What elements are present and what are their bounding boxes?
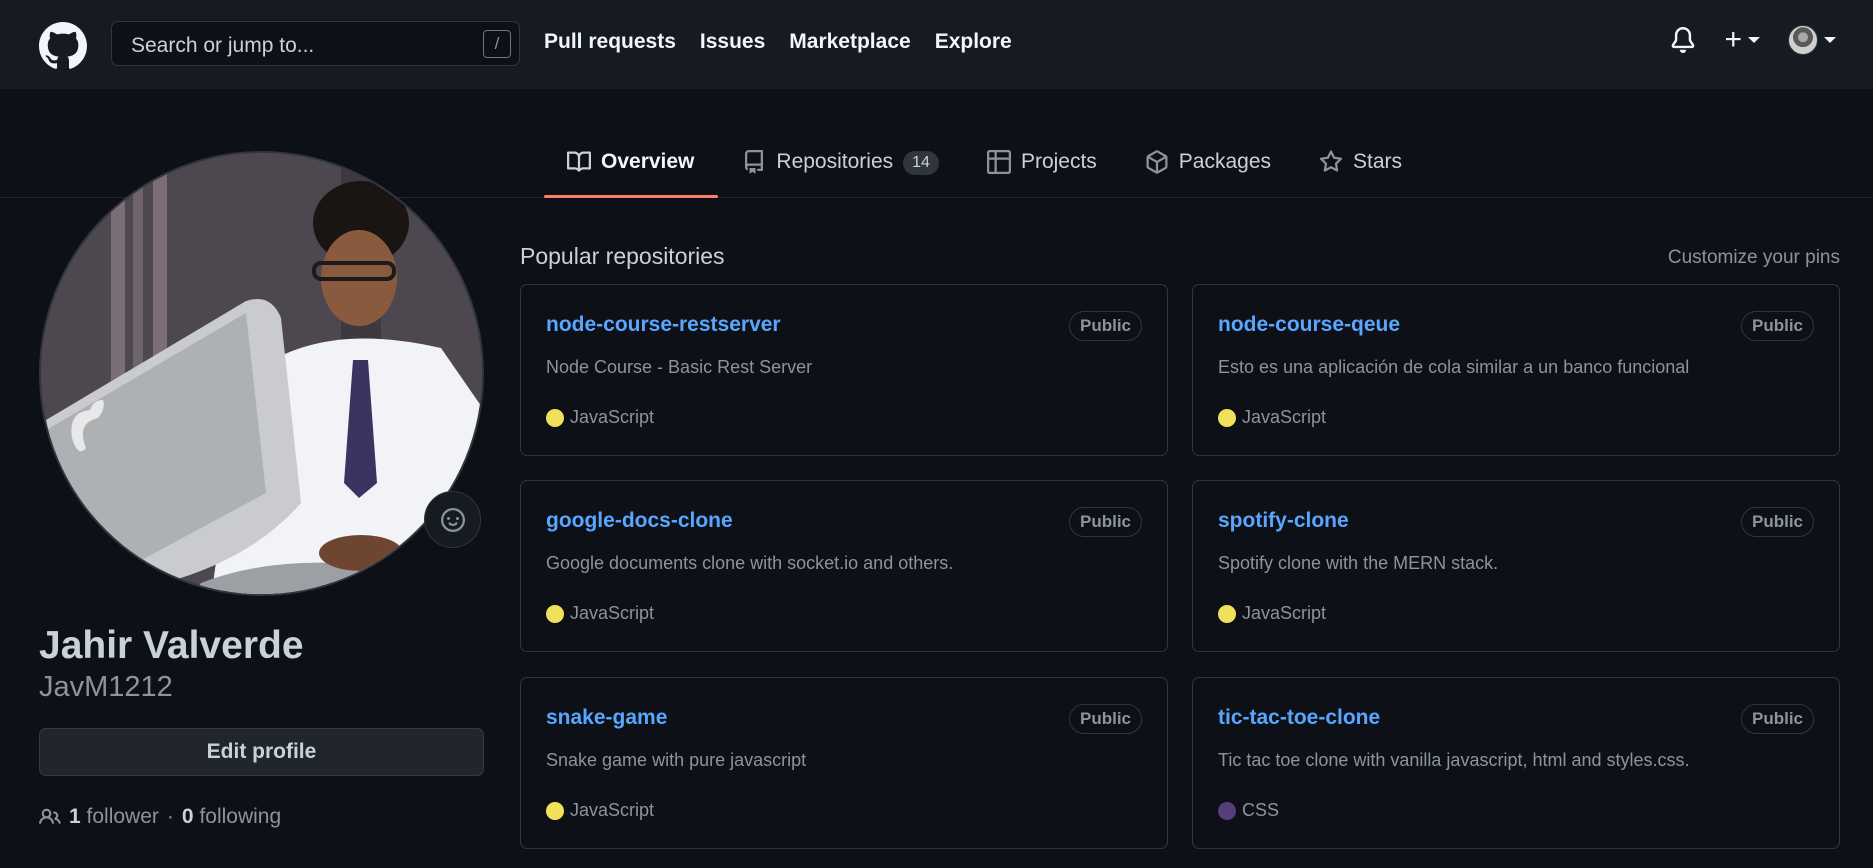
set-status-button[interactable] <box>424 491 481 548</box>
nav-explore[interactable]: Explore <box>935 30 1012 54</box>
language-color-dot <box>546 801 564 820</box>
following-link[interactable]: 0 following <box>182 805 281 829</box>
language-label: JavaScript <box>570 407 655 427</box>
create-new-button[interactable]: + <box>1724 25 1760 55</box>
repo-language: JavaScript <box>546 407 654 428</box>
repo-icon <box>745 150 764 174</box>
followers-count: 1 <box>69 805 81 828</box>
separator-dot: · <box>166 805 174 828</box>
header-actions: + <box>1670 25 1836 55</box>
language-color-dot <box>546 604 564 623</box>
user-menu-button[interactable] <box>1788 25 1836 55</box>
repo-language: CSS <box>1218 800 1279 821</box>
people-icon <box>39 808 61 824</box>
smiley-icon <box>440 507 465 532</box>
nav-issues[interactable]: Issues <box>700 30 765 54</box>
search-input[interactable]: Search or jump to... / <box>111 21 520 66</box>
repo-description: Node Course - Basic Rest Server <box>546 357 813 377</box>
followers-summary: 1 follower · 0 following <box>39 805 281 829</box>
visibility-badge: Public <box>1068 507 1142 537</box>
search-shortcut-key: / <box>483 30 511 58</box>
repo-link[interactable]: tic-tac-toe-clone <box>1218 706 1380 730</box>
repo-description: Tic tac toe clone with vanilla javascrip… <box>1218 750 1690 770</box>
language-label: JavaScript <box>1242 603 1327 623</box>
table-icon <box>986 150 1011 174</box>
chevron-down-icon <box>1748 37 1760 43</box>
following-count: 0 <box>181 805 194 828</box>
tab-label: Overview <box>601 150 695 173</box>
language-color-dot <box>546 408 564 427</box>
repo-link[interactable]: google-docs-clone <box>546 509 733 533</box>
repo-card: spotify-clone Public Spotify clone with … <box>1192 480 1840 652</box>
repositories-count-badge: 14 <box>903 151 939 175</box>
chevron-down-icon <box>1824 37 1836 43</box>
repo-card: node-course-restserver Public Node Cours… <box>520 284 1168 456</box>
language-color-dot <box>1218 408 1236 427</box>
tab-stars[interactable]: Stars <box>1295 140 1426 198</box>
repo-description: Spotify clone with the MERN stack. <box>1218 553 1499 573</box>
tab-label: Projects <box>1020 150 1097 173</box>
popular-repositories-heading: Popular repositories <box>520 243 725 269</box>
repo-link[interactable]: node-course-restserver <box>546 313 781 337</box>
repo-card: tic-tac-toe-clone Public Tic tac toe clo… <box>1192 677 1840 849</box>
profile-name: Jahir Valverde <box>39 624 304 667</box>
bell-icon[interactable] <box>1670 25 1696 55</box>
tab-label: Packages <box>1178 150 1272 173</box>
github-logo-icon[interactable] <box>39 22 87 70</box>
tab-repositories[interactable]: Repositories 14 <box>718 140 963 198</box>
language-label: JavaScript <box>570 603 655 623</box>
repo-language: JavaScript <box>1218 407 1326 428</box>
repo-link[interactable]: snake-game <box>546 706 667 730</box>
repo-card: google-docs-clone Public Google document… <box>520 480 1168 652</box>
package-icon <box>1146 150 1168 174</box>
tab-overview[interactable]: Overview <box>544 140 719 198</box>
profile-login: JavM1212 <box>39 671 173 703</box>
language-color-dot <box>1218 801 1236 820</box>
repo-link[interactable]: spotify-clone <box>1218 509 1349 533</box>
book-icon <box>567 151 591 172</box>
search-placeholder: Search or jump to... <box>131 34 315 57</box>
tab-label: Repositories <box>776 150 894 173</box>
repo-language: JavaScript <box>546 800 654 821</box>
followers-label: follower <box>86 805 159 828</box>
visibility-badge: Public <box>1740 311 1814 341</box>
global-nav: Pull requests Issues Marketplace Explore <box>544 30 1012 54</box>
repo-card: snake-game Public Snake game with pure j… <box>520 677 1168 849</box>
language-label: CSS <box>1242 800 1280 820</box>
repo-language: JavaScript <box>1218 603 1326 624</box>
followers-link[interactable]: 1 follower <box>69 805 159 829</box>
star-icon <box>1319 150 1343 172</box>
repo-card: node-course-qeue Public Esto es una apli… <box>1192 284 1840 456</box>
avatar <box>1788 25 1818 55</box>
edit-profile-button[interactable]: Edit profile <box>39 728 484 776</box>
nav-pull-requests[interactable]: Pull requests <box>544 30 676 54</box>
nav-marketplace[interactable]: Marketplace <box>789 30 910 54</box>
profile-avatar[interactable] <box>39 151 484 596</box>
repo-description: Google documents clone with socket.io an… <box>546 553 954 573</box>
customize-pins-link[interactable]: Customize your pins <box>1668 247 1840 269</box>
tab-label: Stars <box>1353 150 1403 173</box>
following-label: following <box>199 805 282 828</box>
profile-photo-illustration <box>41 153 482 594</box>
plus-icon: + <box>1724 23 1742 56</box>
language-label: JavaScript <box>1242 407 1327 427</box>
repo-link[interactable]: node-course-qeue <box>1218 313 1400 337</box>
language-label: JavaScript <box>570 800 655 820</box>
repo-language: JavaScript <box>546 603 654 624</box>
visibility-badge: Public <box>1740 507 1814 537</box>
visibility-badge: Public <box>1068 704 1142 734</box>
repo-description: Esto es una aplicación de cola similar a… <box>1218 357 1690 377</box>
visibility-badge: Public <box>1068 311 1142 341</box>
tab-packages[interactable]: Packages <box>1121 140 1295 198</box>
visibility-badge: Public <box>1740 704 1814 734</box>
tab-projects[interactable]: Projects <box>963 140 1121 198</box>
profile-tabs: Overview Repositories 14 Projects Packag… <box>544 140 1426 198</box>
top-header: Search or jump to... / Pull requests Iss… <box>0 0 1873 89</box>
repo-description: Snake game with pure javascript <box>546 750 807 770</box>
language-color-dot <box>1218 604 1236 623</box>
